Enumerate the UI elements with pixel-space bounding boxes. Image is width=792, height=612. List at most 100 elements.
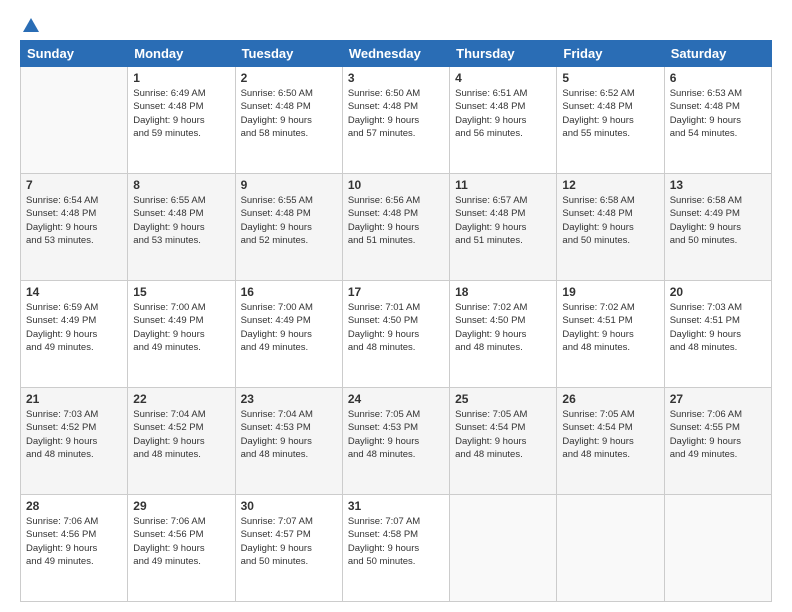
- day-info: Sunrise: 7:06 AM Sunset: 4:55 PM Dayligh…: [670, 408, 766, 461]
- day-number: 31: [348, 499, 444, 513]
- day-info: Sunrise: 7:05 AM Sunset: 4:54 PM Dayligh…: [562, 408, 658, 461]
- col-wednesday: Wednesday: [342, 41, 449, 67]
- table-cell: 2Sunrise: 6:50 AM Sunset: 4:48 PM Daylig…: [235, 67, 342, 174]
- day-number: 18: [455, 285, 551, 299]
- col-thursday: Thursday: [450, 41, 557, 67]
- table-cell: [450, 495, 557, 602]
- day-info: Sunrise: 7:02 AM Sunset: 4:50 PM Dayligh…: [455, 301, 551, 354]
- day-info: Sunrise: 7:01 AM Sunset: 4:50 PM Dayligh…: [348, 301, 444, 354]
- table-cell: 13Sunrise: 6:58 AM Sunset: 4:49 PM Dayli…: [664, 174, 771, 281]
- day-info: Sunrise: 6:55 AM Sunset: 4:48 PM Dayligh…: [133, 194, 229, 247]
- day-number: 5: [562, 71, 658, 85]
- calendar-week-row: 21Sunrise: 7:03 AM Sunset: 4:52 PM Dayli…: [21, 388, 772, 495]
- table-cell: 10 Sunrise: 6:56 AM Sunset: 4:48 PM Dayli…: [342, 174, 449, 281]
- table-cell: [21, 67, 128, 174]
- table-cell: 18 Sunrise: 7:02 AM Sunset: 4:50 PM Dayli…: [450, 281, 557, 388]
- table-cell: 7Sunrise: 6:54 AM Sunset: 4:48 PM Daylig…: [21, 174, 128, 281]
- col-tuesday: Tuesday: [235, 41, 342, 67]
- day-number: 24: [348, 392, 444, 406]
- day-info: Sunrise: 6:58 AM Sunset: 4:48 PM Dayligh…: [562, 194, 658, 247]
- day-info: Sunrise: 6:57 AM Sunset: 4:48 PM Dayligh…: [455, 194, 551, 247]
- day-number: 22: [133, 392, 229, 406]
- calendar-week-row: 28Sunrise: 7:06 AM Sunset: 4:56 PM Dayli…: [21, 495, 772, 602]
- day-number: 23: [241, 392, 337, 406]
- table-cell: [664, 495, 771, 602]
- table-cell: 24 Sunrise: 7:05 AM Sunset: 4:53 PM Dayli…: [342, 388, 449, 495]
- table-cell: 9 Sunrise: 6:55 AM Sunset: 4:48 PM Daylig…: [235, 174, 342, 281]
- day-number: 14: [26, 285, 122, 299]
- table-cell: 22 Sunrise: 7:04 AM Sunset: 4:52 PM Dayli…: [128, 388, 235, 495]
- day-number: 27: [670, 392, 766, 406]
- day-number: 26: [562, 392, 658, 406]
- day-info: Sunrise: 7:06 AM Sunset: 4:56 PM Dayligh…: [133, 515, 229, 568]
- day-number: 1: [133, 71, 229, 85]
- day-number: 10: [348, 178, 444, 192]
- day-info: Sunrise: 7:05 AM Sunset: 4:53 PM Dayligh…: [348, 408, 444, 461]
- day-info: Sunrise: 6:51 AM Sunset: 4:48 PM Dayligh…: [455, 87, 551, 140]
- day-number: 13: [670, 178, 766, 192]
- table-cell: 3 Sunrise: 6:50 AM Sunset: 4:48 PM Daylig…: [342, 67, 449, 174]
- day-info: Sunrise: 7:02 AM Sunset: 4:51 PM Dayligh…: [562, 301, 658, 354]
- day-info: Sunrise: 6:56 AM Sunset: 4:48 PM Dayligh…: [348, 194, 444, 247]
- day-number: 8: [133, 178, 229, 192]
- day-info: Sunrise: 7:03 AM Sunset: 4:52 PM Dayligh…: [26, 408, 122, 461]
- day-info: Sunrise: 7:06 AM Sunset: 4:56 PM Dayligh…: [26, 515, 122, 568]
- table-cell: 29 Sunrise: 7:06 AM Sunset: 4:56 PM Dayli…: [128, 495, 235, 602]
- calendar-table: Sunday Monday Tuesday Wednesday Thursday…: [20, 40, 772, 602]
- table-cell: 28Sunrise: 7:06 AM Sunset: 4:56 PM Dayli…: [21, 495, 128, 602]
- day-info: Sunrise: 6:49 AM Sunset: 4:48 PM Dayligh…: [133, 87, 229, 140]
- day-info: Sunrise: 7:04 AM Sunset: 4:53 PM Dayligh…: [241, 408, 337, 461]
- day-number: 9: [241, 178, 337, 192]
- table-cell: 12 Sunrise: 6:58 AM Sunset: 4:48 PM Dayli…: [557, 174, 664, 281]
- day-number: 30: [241, 499, 337, 513]
- day-number: 6: [670, 71, 766, 85]
- day-number: 17: [348, 285, 444, 299]
- col-friday: Friday: [557, 41, 664, 67]
- table-cell: 19 Sunrise: 7:02 AM Sunset: 4:51 PM Dayli…: [557, 281, 664, 388]
- table-cell: 27 Sunrise: 7:06 AM Sunset: 4:55 PM Dayli…: [664, 388, 771, 495]
- day-number: 12: [562, 178, 658, 192]
- day-info: Sunrise: 6:55 AM Sunset: 4:48 PM Dayligh…: [241, 194, 337, 247]
- calendar-header-row: Sunday Monday Tuesday Wednesday Thursday…: [21, 41, 772, 67]
- table-cell: 6 Sunrise: 6:53 AM Sunset: 4:48 PM Daylig…: [664, 67, 771, 174]
- day-number: 16: [241, 285, 337, 299]
- table-cell: 25 Sunrise: 7:05 AM Sunset: 4:54 PM Dayli…: [450, 388, 557, 495]
- day-number: 19: [562, 285, 658, 299]
- table-cell: 23 Sunrise: 7:04 AM Sunset: 4:53 PM Dayli…: [235, 388, 342, 495]
- table-cell: 16Sunrise: 7:00 AM Sunset: 4:49 PM Dayli…: [235, 281, 342, 388]
- day-number: 29: [133, 499, 229, 513]
- day-info: Sunrise: 6:59 AM Sunset: 4:49 PM Dayligh…: [26, 301, 122, 354]
- day-number: 2: [241, 71, 337, 85]
- col-monday: Monday: [128, 41, 235, 67]
- day-info: Sunrise: 6:50 AM Sunset: 4:48 PM Dayligh…: [348, 87, 444, 140]
- day-info: Sunrise: 6:53 AM Sunset: 4:48 PM Dayligh…: [670, 87, 766, 140]
- day-info: Sunrise: 7:07 AM Sunset: 4:58 PM Dayligh…: [348, 515, 444, 568]
- day-number: 20: [670, 285, 766, 299]
- day-number: 25: [455, 392, 551, 406]
- table-cell: 11 Sunrise: 6:57 AM Sunset: 4:48 PM Dayli…: [450, 174, 557, 281]
- day-info: Sunrise: 7:05 AM Sunset: 4:54 PM Dayligh…: [455, 408, 551, 461]
- table-cell: 5Sunrise: 6:52 AM Sunset: 4:48 PM Daylig…: [557, 67, 664, 174]
- day-info: Sunrise: 7:03 AM Sunset: 4:51 PM Dayligh…: [670, 301, 766, 354]
- day-info: Sunrise: 7:00 AM Sunset: 4:49 PM Dayligh…: [133, 301, 229, 354]
- day-info: Sunrise: 7:07 AM Sunset: 4:57 PM Dayligh…: [241, 515, 337, 568]
- page: Sunday Monday Tuesday Wednesday Thursday…: [0, 0, 792, 612]
- table-cell: 15Sunrise: 7:00 AM Sunset: 4:49 PM Dayli…: [128, 281, 235, 388]
- table-cell: 8 Sunrise: 6:55 AM Sunset: 4:48 PM Daylig…: [128, 174, 235, 281]
- calendar-week-row: 7Sunrise: 6:54 AM Sunset: 4:48 PM Daylig…: [21, 174, 772, 281]
- day-number: 11: [455, 178, 551, 192]
- day-number: 4: [455, 71, 551, 85]
- table-cell: 1 Sunrise: 6:49 AM Sunset: 4:48 PM Daylig…: [128, 67, 235, 174]
- col-saturday: Saturday: [664, 41, 771, 67]
- header: [20, 16, 772, 32]
- logo: [20, 16, 42, 32]
- table-cell: 26 Sunrise: 7:05 AM Sunset: 4:54 PM Dayli…: [557, 388, 664, 495]
- calendar-week-row: 1 Sunrise: 6:49 AM Sunset: 4:48 PM Daylig…: [21, 67, 772, 174]
- col-sunday: Sunday: [21, 41, 128, 67]
- day-info: Sunrise: 7:04 AM Sunset: 4:52 PM Dayligh…: [133, 408, 229, 461]
- day-number: 3: [348, 71, 444, 85]
- day-number: 7: [26, 178, 122, 192]
- table-cell: 31 Sunrise: 7:07 AM Sunset: 4:58 PM Dayli…: [342, 495, 449, 602]
- table-cell: 21Sunrise: 7:03 AM Sunset: 4:52 PM Dayli…: [21, 388, 128, 495]
- table-cell: 4 Sunrise: 6:51 AM Sunset: 4:48 PM Daylig…: [450, 67, 557, 174]
